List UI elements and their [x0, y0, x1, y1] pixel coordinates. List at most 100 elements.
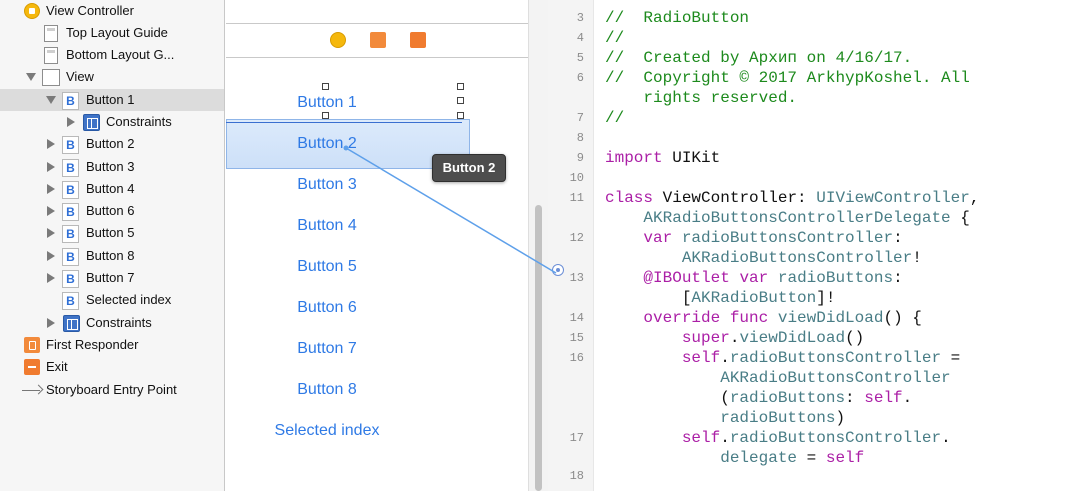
outline-row[interactable]: View	[0, 66, 224, 88]
disclosure-expanded-icon[interactable]	[26, 73, 36, 81]
outline-row[interactable]: B Button 6	[0, 200, 224, 222]
outline-row[interactable]: B Button 8	[0, 245, 224, 267]
code-line[interactable]: self.radioButtonsController =	[605, 348, 960, 368]
view-icon	[42, 69, 60, 86]
resize-handle[interactable]	[322, 83, 329, 90]
outline-row-label: View	[66, 69, 94, 84]
code-line[interactable]: self.radioButtonsController.	[605, 428, 951, 448]
disclosure-collapsed-icon[interactable]	[67, 117, 75, 127]
canvas-button[interactable]: Button 6	[226, 297, 428, 319]
scene-dock	[226, 24, 528, 58]
outline-row-label: Button 5	[86, 225, 135, 240]
disclosure-collapsed-icon[interactable]	[47, 139, 55, 149]
code-line[interactable]: // Created by Архип on 4/16/17.	[605, 48, 912, 68]
canvas-button[interactable]: Button 7	[226, 338, 428, 360]
outline-row-label: First Responder	[46, 337, 139, 352]
button-icon: B	[62, 203, 79, 221]
button-icon: B	[62, 270, 79, 288]
canvas-scrollbar[interactable]	[528, 0, 548, 491]
canvas-button[interactable]: Button 8	[226, 379, 428, 401]
outline-row[interactable]: B Button 2	[0, 133, 224, 155]
outline-row[interactable]: Bottom Layout G...	[0, 44, 224, 66]
canvas-button[interactable]: Button 3	[226, 174, 428, 196]
outline-row[interactable]: B Button 4	[0, 178, 224, 200]
view-controller-icon[interactable]	[330, 32, 346, 48]
line-number: 3	[576, 11, 584, 25]
code-line[interactable]: radioButtons)	[605, 408, 845, 428]
exit-icon[interactable]	[410, 32, 426, 48]
code-line[interactable]: AKRadioButtonsControllerDelegate {	[605, 208, 969, 228]
canvas-button[interactable]: Button 2	[226, 133, 428, 155]
code-line[interactable]: AKRadioButtonsController!	[605, 248, 922, 268]
disclosure-collapsed-icon[interactable]	[47, 184, 55, 194]
outline-row[interactable]: B Button 7	[0, 267, 224, 289]
outline-row-label: Constraints	[106, 114, 172, 129]
line-number: 6	[576, 71, 584, 85]
button-icon: B	[62, 159, 79, 177]
outline-row-label: Constraints	[86, 315, 152, 330]
layout-guide-icon	[44, 47, 58, 64]
code-line[interactable]: import UIKit	[605, 148, 720, 168]
code-line[interactable]: override func viewDidLoad() {	[605, 308, 921, 328]
code-line[interactable]: super.viewDidLoad()	[605, 328, 864, 348]
entry-point-arrow-icon	[22, 386, 44, 396]
source-code[interactable]: // RadioButton//// Created by Архип on 4…	[605, 0, 1085, 491]
code-line[interactable]: @IBOutlet var radioButtons:	[605, 268, 902, 288]
outline-row[interactable]: View Controller	[0, 0, 224, 22]
outline-row[interactable]: B Button 1	[0, 89, 224, 111]
canvas-button[interactable]: Button 1	[226, 92, 428, 114]
canvas-scroll-thumb[interactable]	[535, 205, 542, 491]
first-responder-icon[interactable]	[370, 32, 386, 48]
resize-handle[interactable]	[457, 112, 464, 119]
code-line[interactable]: class ViewController: UIViewController,	[605, 188, 979, 208]
code-line[interactable]: rights reserved.	[605, 88, 797, 108]
code-line[interactable]: AKRadioButtonsController	[605, 368, 950, 388]
layout-guide-icon	[44, 25, 58, 42]
resize-handle[interactable]	[457, 97, 464, 104]
code-line[interactable]: (radioButtons: self.	[605, 388, 912, 408]
line-number: 8	[576, 131, 584, 145]
disclosure-collapsed-icon[interactable]	[47, 273, 55, 283]
button-icon: B	[62, 292, 79, 310]
outline-row[interactable]: Storyboard Entry Point	[0, 379, 224, 401]
outline-row-label: Storyboard Entry Point	[46, 382, 177, 397]
document-outline: View Controller Top Layout Guide Bottom La…	[0, 0, 225, 491]
disclosure-collapsed-icon[interactable]	[47, 162, 55, 172]
code-line[interactable]: // RadioButton	[605, 8, 749, 28]
code-line[interactable]: delegate = self	[605, 448, 864, 468]
disclosure-collapsed-icon[interactable]	[47, 206, 55, 216]
outline-row[interactable]: B Button 3	[0, 156, 224, 178]
outline-row[interactable]: First Responder	[0, 334, 224, 356]
outline-row-label: Button 4	[86, 181, 135, 196]
code-line[interactable]: // Copyright © 2017 ArkhypKoshel. All	[605, 68, 970, 88]
outline-row[interactable]: Exit	[0, 356, 224, 378]
outline-row[interactable]: Top Layout Guide	[0, 22, 224, 44]
drag-tooltip: Button 2	[432, 154, 506, 182]
assistant-code-editor[interactable]: 3 4 5 6 7 8 9 10 11 12 13 14 15 16 17 18 // RadioButton…	[548, 0, 1085, 491]
outline-row-label: Bottom Layout G...	[66, 47, 175, 62]
code-line[interactable]: //	[605, 108, 624, 128]
outline-row[interactable]: Constraints	[0, 111, 224, 133]
disclosure-collapsed-icon[interactable]	[47, 251, 55, 261]
line-number: 5	[576, 51, 584, 65]
resize-handle[interactable]	[457, 83, 464, 90]
button-icon: B	[62, 181, 79, 199]
disclosure-collapsed-icon[interactable]	[47, 318, 55, 328]
selected-index-label[interactable]: Selected index	[226, 420, 428, 442]
interface-builder-canvas: Button 1 Button 2 Button 3 Button 4 Button 5…	[226, 0, 548, 491]
outline-row[interactable]: B Selected index	[0, 289, 224, 311]
view-controller-icon	[24, 3, 40, 19]
canvas-button[interactable]: Button 5	[226, 256, 428, 278]
outline-row[interactable]: Constraints	[0, 312, 224, 334]
disclosure-expanded-icon[interactable]	[46, 96, 56, 104]
disclosure-collapsed-icon[interactable]	[47, 228, 55, 238]
code-line[interactable]: //	[605, 28, 624, 48]
outline-row[interactable]: B Button 5	[0, 222, 224, 244]
line-number: 7	[576, 111, 584, 125]
code-line[interactable]: var radioButtonsController:	[605, 228, 902, 248]
code-line[interactable]: [AKRadioButton]!	[605, 288, 836, 308]
line-number: 4	[576, 31, 584, 45]
view-canvas[interactable]: Button 1 Button 2 Button 3 Button 4 Button 5…	[226, 59, 528, 491]
canvas-button[interactable]: Button 4	[226, 215, 428, 237]
resize-handle[interactable]	[322, 112, 329, 119]
